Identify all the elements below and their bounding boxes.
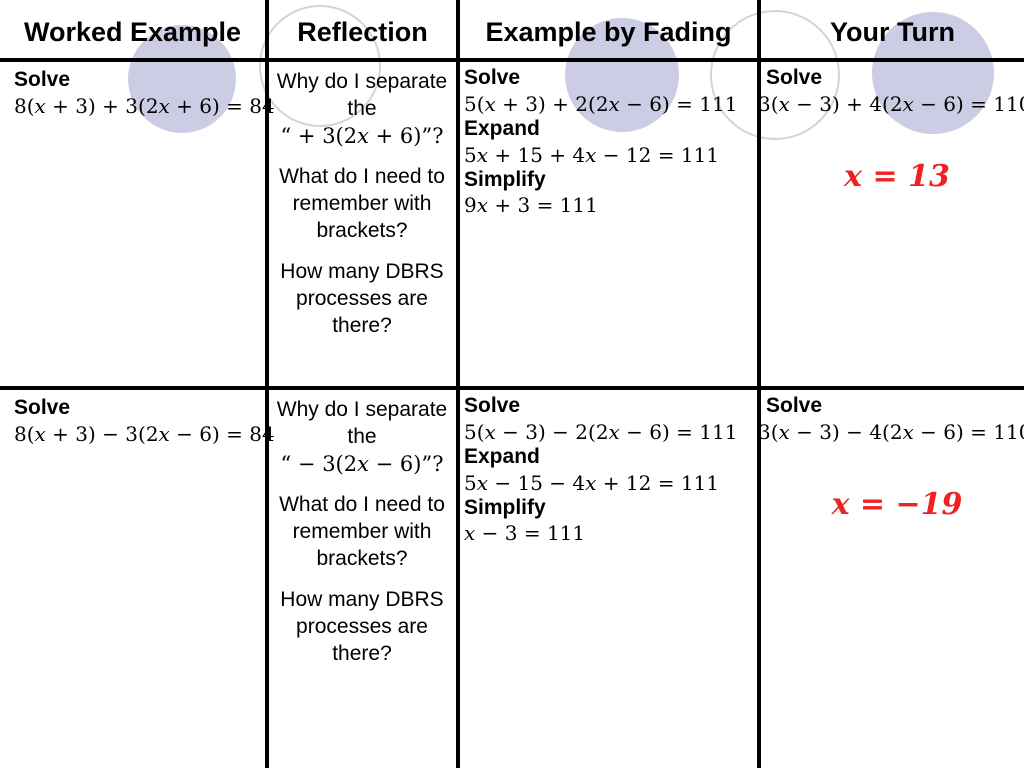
your-turn-equation: 3(x − 3) + 4(2x − 6) = 110	[758, 91, 1024, 116]
reflection-cell-row2: Why do I separate the “ − 3(2x − 6)”? Wh…	[272, 396, 452, 681]
reflection-question-3: How many DBRS processes are there?	[280, 259, 444, 338]
solve-label: Solve	[464, 394, 521, 417]
column-header-your-turn: Your Turn	[830, 16, 955, 47]
worked-example-cell-row2: Solve 8(x + 3) − 3(2x − 6) = 84	[14, 396, 275, 447]
worked-example-cell-row1: Solve 8(x + 3) + 3(2x + 6) = 84	[14, 68, 275, 119]
reflection-question-2: What do I need to remember with brackets…	[279, 492, 445, 571]
expand-label: Expand	[464, 116, 540, 140]
fading-solve-equation: 5(x + 3) + 2(2x − 6) = 111	[464, 91, 738, 116]
fading-expand-equation: 5x + 15 + 4x − 12 = 111	[464, 142, 719, 167]
reflection-question-3: How many DBRS processes are there?	[280, 587, 444, 666]
reflection-question-1-lead: Why do I separate the	[276, 70, 448, 121]
reflection-question-1: Why do I separate the “ − 3(2x − 6)”?	[272, 396, 452, 478]
table-content: Worked Example Reflection Example by Fad…	[0, 0, 1024, 768]
your-turn-cell-row2: Solve 3(x − 3) − 4(2x − 6) = 110 x = −19	[758, 394, 1024, 522]
solve-label: Solve	[14, 396, 71, 419]
your-turn-answer: x = 13	[844, 158, 950, 194]
reflection-question-1-math: “ − 3(2x − 6)”?	[280, 451, 444, 476]
reflection-question-1-math: “ + 3(2x + 6)”?	[280, 123, 444, 148]
fading-simplify-equation: 9x + 3 = 111	[464, 193, 598, 218]
your-turn-equation: 3(x − 3) − 4(2x − 6) = 110	[758, 419, 1024, 444]
example-by-fading-cell-row1: Solve 5(x + 3) + 2(2x − 6) = 111 Expand …	[464, 66, 757, 218]
simplify-label: Simplify	[464, 495, 546, 519]
your-turn-cell-row1: Solve 3(x − 3) + 4(2x − 6) = 110 x = 13	[758, 66, 1024, 194]
solve-label: Solve	[766, 66, 823, 89]
reflection-cell-row1: Why do I separate the “ + 3(2x + 6)”? Wh…	[272, 68, 452, 353]
reflection-question-2: What do I need to remember with brackets…	[279, 164, 445, 243]
column-header-worked-example: Worked Example	[23, 16, 242, 47]
solve-label: Solve	[766, 394, 823, 417]
slide-canvas: Worked Example Reflection Example by Fad…	[0, 0, 1024, 768]
simplify-label: Simplify	[464, 167, 546, 191]
solve-label: Solve	[464, 66, 521, 89]
expand-label: Expand	[464, 444, 540, 468]
worked-example-equation: 8(x + 3) − 3(2x − 6) = 84	[14, 421, 275, 446]
column-header-example-by-fading: Example by Fading	[485, 16, 732, 47]
reflection-question-1: Why do I separate the “ + 3(2x + 6)”?	[272, 68, 452, 150]
solve-label: Solve	[14, 68, 71, 91]
reflection-question-1-lead: Why do I separate the	[276, 398, 448, 449]
fading-simplify-equation: x − 3 = 111	[464, 521, 586, 546]
worked-example-equation: 8(x + 3) + 3(2x + 6) = 84	[14, 93, 275, 118]
fading-expand-equation: 5x − 15 − 4x + 12 = 111	[464, 470, 719, 495]
example-by-fading-cell-row2: Solve 5(x − 3) − 2(2x − 6) = 111 Expand …	[464, 394, 757, 546]
fading-solve-equation: 5(x − 3) − 2(2x − 6) = 111	[464, 419, 738, 444]
your-turn-answer: x = −19	[831, 486, 963, 522]
column-header-reflection: Reflection	[297, 16, 428, 47]
